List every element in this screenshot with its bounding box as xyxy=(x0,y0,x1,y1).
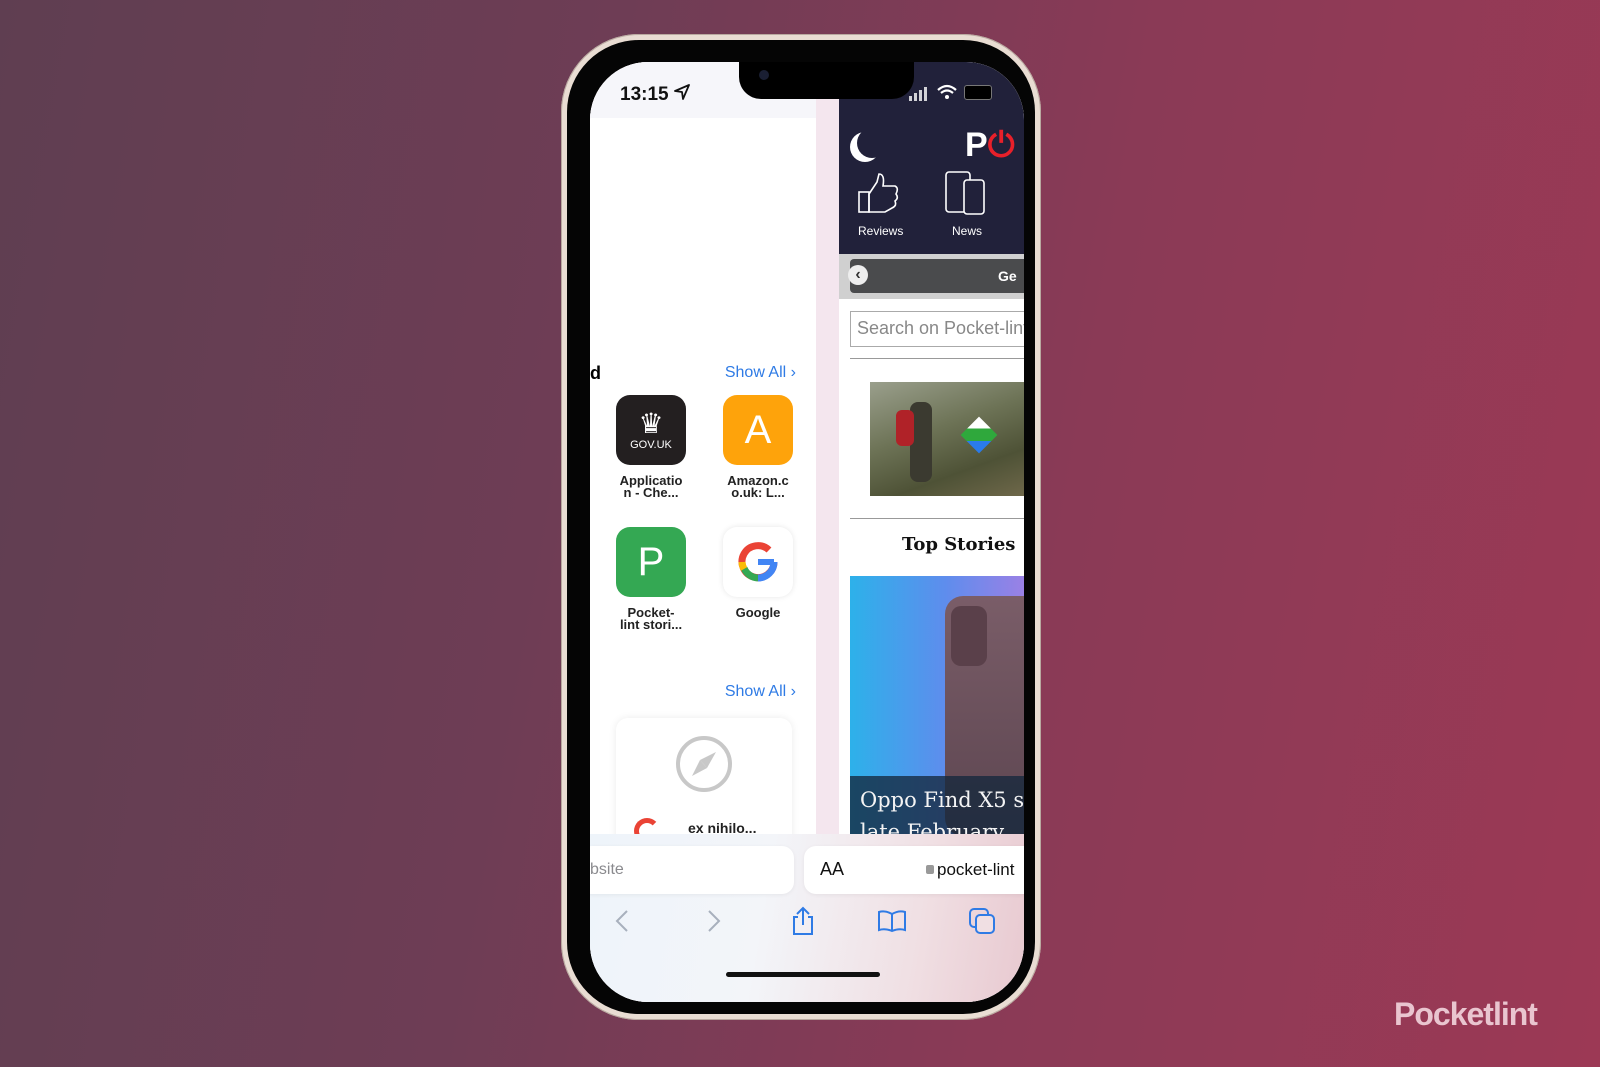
devices-icon[interactable] xyxy=(944,170,988,216)
site-logo[interactable]: P⏻ xyxy=(965,126,1015,165)
address-bar-left-tab[interactable]: bsite xyxy=(590,846,794,894)
divider xyxy=(850,518,1024,519)
reading-list-show-all-link[interactable]: Show All › xyxy=(725,683,796,701)
share-icon xyxy=(793,906,813,935)
category-bar-text: Ge xyxy=(998,268,1017,284)
favorite-tile-text: P xyxy=(637,539,665,584)
favorite-pocket-lint[interactable]: P xyxy=(616,527,686,597)
favorites-show-all-link[interactable]: Show All › xyxy=(725,364,796,382)
favorite-label: Amazon.c o.uk: L... xyxy=(727,473,789,500)
favorite-amazon[interactable]: A xyxy=(723,395,793,465)
home-indicator[interactable] xyxy=(726,972,880,977)
favorite-tile-text: GOV.UK xyxy=(630,439,672,451)
show-all-label: Show All xyxy=(724,364,787,381)
phone-screen: 13:15 d Show All › ♛ GOV.UK Applicatio n … xyxy=(590,62,1024,1002)
url-text: pocket-lint xyxy=(937,860,1015,879)
bookmarks-icon xyxy=(878,910,906,933)
favorite-govuk[interactable]: ♛ GOV.UK xyxy=(616,395,686,465)
lock-icon xyxy=(926,865,934,874)
favorite-tile-text: A xyxy=(744,407,772,452)
address-bar-right-tab[interactable]: AA pocket-lint xyxy=(804,846,1024,894)
power-icon: ⏻ xyxy=(987,126,1015,164)
pocketlint-watermark: Pocketlint xyxy=(1394,996,1538,1032)
address-bar-placeholder: bsite xyxy=(590,861,624,878)
advertisement-image[interactable] xyxy=(870,382,1024,496)
ad-logo-icon xyxy=(960,416,998,454)
front-camera xyxy=(759,70,769,80)
favorite-label: Pocket-lint stori... xyxy=(619,605,683,632)
text-size-button[interactable]: AA xyxy=(820,859,844,880)
tabs-button[interactable] xyxy=(967,906,997,936)
compass-icon xyxy=(676,736,732,792)
menu-news-label[interactable]: News xyxy=(952,224,982,238)
notch xyxy=(739,62,914,99)
bookmarks-button[interactable] xyxy=(877,906,907,936)
back-icon xyxy=(615,910,628,932)
show-all-label: Show All xyxy=(724,683,787,700)
favorite-label: Applicatio n - Che... xyxy=(619,473,683,500)
site-search-input[interactable]: Search on Pocket-lint xyxy=(850,311,1024,347)
location-arrow-icon xyxy=(674,84,690,105)
thumbs-up-icon[interactable] xyxy=(857,172,901,216)
cellular-signal-icon xyxy=(909,87,931,106)
phone-bezel: 13:15 d Show All › ♛ GOV.UK Applicatio n … xyxy=(567,40,1035,1014)
dark-mode-moon-icon[interactable] xyxy=(857,128,887,158)
battery-icon xyxy=(964,85,992,100)
safari-bottom-toolbar: bsite AA pocket-lint xyxy=(590,834,1024,1002)
story-headline: Oppo Find X5 s xyxy=(860,788,1024,812)
tabs-icon xyxy=(969,908,995,934)
menu-reviews-label[interactable]: Reviews xyxy=(858,224,903,238)
backpack xyxy=(896,410,914,446)
chevron-left-icon[interactable]: ‹ xyxy=(848,265,868,285)
iphone-frame: 13:15 d Show All › ♛ GOV.UK Applicatio n … xyxy=(561,34,1041,1020)
status-time: 13:15 xyxy=(620,84,669,105)
favorite-label: Google xyxy=(735,605,781,620)
google-logo-icon xyxy=(738,542,778,582)
favorite-google[interactable] xyxy=(723,527,793,597)
forward-button[interactable] xyxy=(699,906,729,936)
category-bar[interactable]: ‹ Ge xyxy=(848,259,1024,293)
top-stories-heading: Top Stories xyxy=(902,534,1016,555)
crown-icon: ♛ xyxy=(638,408,664,439)
wifi-icon xyxy=(937,84,957,105)
back-button[interactable] xyxy=(607,906,637,936)
forward-icon xyxy=(708,910,721,932)
top-story-card[interactable]: Oppo Find X5 s late February xyxy=(850,576,1024,846)
share-button[interactable] xyxy=(788,906,818,936)
divider xyxy=(850,358,1024,359)
section-title-fragment: d xyxy=(590,363,601,383)
